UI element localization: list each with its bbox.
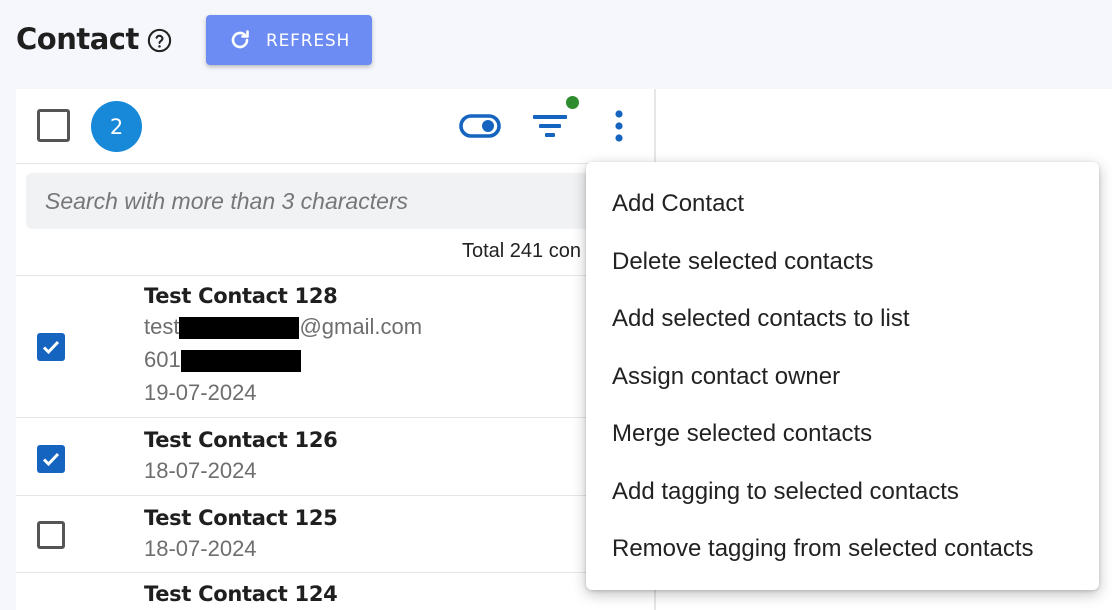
page-header: Contact REFRESH — [0, 0, 1112, 88]
contact-row[interactable]: Test Contact 125 18-07-2024 — [16, 495, 656, 572]
contact-row[interactable]: Test Contact 124 — [16, 572, 656, 610]
redaction-bar — [180, 350, 301, 373]
contact-date: 18-07-2024 — [144, 458, 257, 483]
contact-name: Test Contact 125 — [144, 506, 338, 530]
refresh-button[interactable]: REFRESH — [206, 15, 372, 65]
menu-item-add-to-list[interactable]: Add selected contacts to list — [586, 290, 1099, 347]
contact-email: test @gmail.com — [144, 314, 422, 340]
contact-list-panel: 2 Total 241 con Test Contact 128 test @gm… — [16, 89, 656, 610]
refresh-icon — [231, 30, 249, 49]
select-all-checkbox[interactable] — [37, 109, 70, 142]
menu-item-merge-selected[interactable]: Merge selected contacts — [586, 405, 1099, 462]
contact-date: 19-07-2024 — [144, 380, 257, 405]
more-vert-icon[interactable] — [612, 109, 626, 143]
row-checkbox[interactable] — [37, 445, 65, 473]
toggle-icon[interactable] — [459, 113, 501, 139]
menu-item-add-contact[interactable]: Add Contact — [586, 175, 1099, 232]
contact-phone: 601 — [144, 347, 301, 373]
contact-name: Test Contact 128 — [144, 284, 338, 308]
total-contacts-text: Total 241 con — [462, 240, 581, 262]
menu-item-remove-tagging[interactable]: Remove tagging from selected contacts — [586, 520, 1099, 577]
page-title: Contact — [16, 22, 139, 56]
menu-item-add-tagging[interactable]: Add tagging to selected contacts — [586, 463, 1099, 520]
row-checkbox[interactable] — [37, 333, 65, 361]
selected-count-badge: 2 — [91, 101, 142, 152]
menu-item-delete-selected[interactable]: Delete selected contacts — [586, 233, 1099, 290]
redaction-bar — [179, 317, 300, 340]
phone-prefix: 601 — [144, 347, 181, 372]
refresh-label: REFRESH — [266, 31, 351, 51]
contact-row[interactable]: Test Contact 126 18-07-2024 — [16, 417, 656, 495]
row-checkbox[interactable] — [37, 521, 65, 549]
filter-icon[interactable] — [531, 109, 569, 143]
email-suffix: @gmail.com — [299, 314, 423, 339]
contact-name: Test Contact 126 — [144, 428, 338, 452]
help-icon[interactable] — [147, 28, 172, 53]
search-input[interactable] — [26, 173, 646, 229]
list-toolbar: 2 — [16, 89, 656, 164]
contact-name: Test Contact 124 — [144, 582, 338, 606]
email-prefix: test — [144, 314, 180, 339]
menu-item-assign-owner[interactable]: Assign contact owner — [586, 348, 1099, 405]
contact-row[interactable]: Test Contact 128 test @gmail.com 601 19-0… — [16, 275, 656, 417]
contact-date: 18-07-2024 — [144, 536, 257, 561]
filter-active-dot — [566, 96, 579, 109]
check-icon — [42, 452, 60, 467]
check-icon — [42, 340, 60, 355]
actions-menu: Add Contact Delete selected contacts Add… — [586, 162, 1099, 590]
